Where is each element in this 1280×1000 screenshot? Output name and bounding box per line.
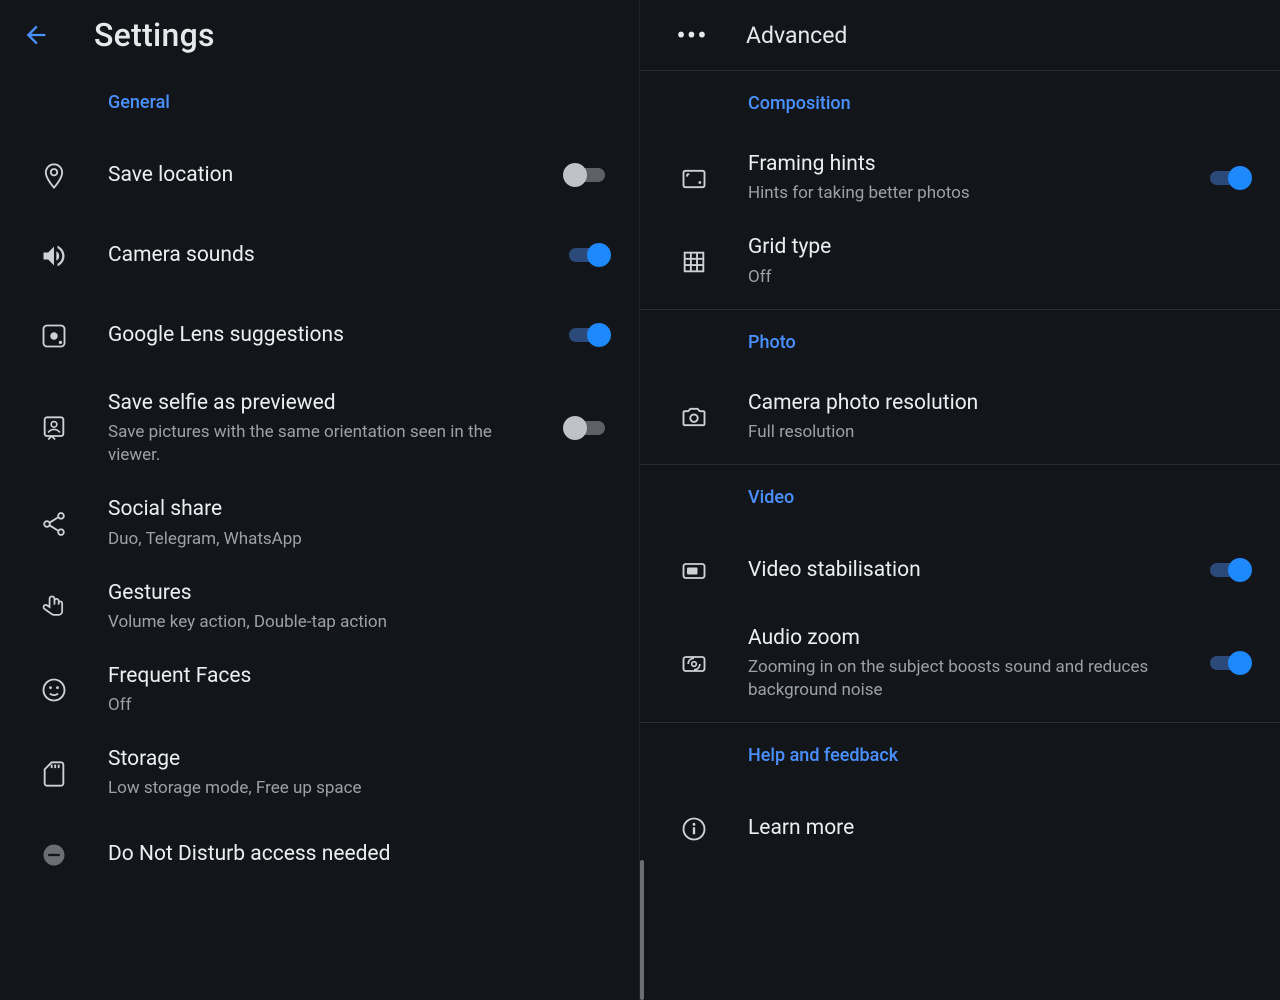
item-grid-type[interactable]: Grid type Off (640, 219, 1280, 302)
item-subtitle: Volume key action, Double-tap action (108, 611, 611, 634)
toggle-framing-hints[interactable] (1204, 164, 1252, 192)
item-save-selfie[interactable]: Save selfie as previewed Save pictures w… (0, 375, 639, 481)
do-not-disturb-icon (40, 841, 68, 869)
audio-zoom-icon (680, 650, 708, 678)
toggle-save-location[interactable] (563, 161, 611, 189)
item-title: Social share (108, 495, 611, 523)
toggle-audio-zoom[interactable] (1204, 649, 1252, 677)
scrollbar[interactable] (640, 860, 644, 1000)
more-button[interactable]: ••• (666, 9, 718, 61)
item-title: Audio zoom (748, 624, 1182, 652)
share-icon (40, 510, 68, 538)
item-title: Storage (108, 745, 611, 773)
item-title: Save selfie as previewed (108, 389, 541, 417)
item-subtitle: Low storage mode, Free up space (108, 777, 611, 800)
face-icon (40, 676, 68, 704)
section-header-composition: Composition (640, 71, 1280, 136)
info-icon (680, 815, 708, 843)
item-title: Camera photo resolution (748, 389, 1252, 417)
item-title: Grid type (748, 233, 1252, 261)
section-header-video: Video (640, 465, 1280, 530)
grid-icon (680, 248, 708, 276)
item-title: Learn more (748, 814, 1252, 842)
item-subtitle: Off (748, 266, 1252, 289)
item-photo-resolution[interactable]: Camera photo resolution Full resolution (640, 375, 1280, 458)
item-title: Gestures (108, 579, 611, 607)
speaker-icon (40, 242, 68, 270)
lens-icon (40, 322, 68, 350)
item-subtitle: Duo, Telegram, WhatsApp (108, 528, 611, 551)
back-button[interactable] (10, 9, 62, 61)
video-icon (680, 557, 708, 585)
item-title: Framing hints (748, 150, 1182, 178)
location-pin-icon (40, 162, 68, 190)
gesture-icon (40, 593, 68, 621)
app-bar: Settings (0, 0, 639, 70)
item-title: Video stabilisation (748, 556, 1182, 584)
item-google-lens[interactable]: Google Lens suggestions (0, 295, 639, 375)
item-audio-zoom[interactable]: Audio zoom Zooming in on the subject boo… (640, 610, 1280, 716)
item-title: Camera sounds (108, 241, 541, 269)
section-header-help: Help and feedback (640, 723, 1280, 788)
item-subtitle: Zooming in on the subject boosts sound a… (748, 656, 1182, 702)
item-title: Do Not Disturb access needed (108, 840, 611, 868)
toggle-video-stabilisation[interactable] (1204, 556, 1252, 584)
item-video-stabilisation[interactable]: Video stabilisation (640, 530, 1280, 610)
item-frequent-faces[interactable]: Frequent Faces Off (0, 648, 639, 731)
item-title: Google Lens suggestions (108, 321, 541, 349)
item-subtitle: Save pictures with the same orientation … (108, 421, 541, 467)
item-subtitle: Full resolution (748, 421, 1252, 444)
camera-icon (680, 403, 708, 431)
toggle-google-lens[interactable] (563, 321, 611, 349)
section-header-photo: Photo (640, 310, 1280, 375)
item-learn-more[interactable]: Learn more (640, 788, 1280, 868)
item-framing-hints[interactable]: Framing hints Hints for taking better ph… (640, 136, 1280, 219)
selfie-icon (40, 415, 68, 443)
frame-icon (680, 165, 708, 193)
toggle-camera-sounds[interactable] (563, 241, 611, 269)
item-subtitle: Off (108, 694, 611, 717)
item-subtitle: Hints for taking better photos (748, 182, 1182, 205)
advanced-title: Advanced (746, 22, 847, 49)
settings-pane-right: ••• Advanced Composition Framing hints H… (640, 0, 1280, 1000)
advanced-bar: ••• Advanced (640, 0, 1280, 70)
item-save-location[interactable]: Save location (0, 135, 639, 215)
item-dnd[interactable]: Do Not Disturb access needed (0, 814, 639, 894)
item-social-share[interactable]: Social share Duo, Telegram, WhatsApp (0, 481, 639, 564)
section-header-general: General (0, 70, 639, 135)
arrow-left-icon (22, 21, 50, 49)
more-horizontal-icon: ••• (676, 19, 707, 52)
item-title: Save location (108, 161, 541, 189)
settings-pane-left: Settings General Save location Camera so… (0, 0, 640, 1000)
sd-card-icon (40, 760, 68, 788)
item-gestures[interactable]: Gestures Volume key action, Double-tap a… (0, 565, 639, 648)
item-title: Frequent Faces (108, 662, 611, 690)
item-storage[interactable]: Storage Low storage mode, Free up space (0, 731, 639, 814)
item-camera-sounds[interactable]: Camera sounds (0, 215, 639, 295)
page-title: Settings (94, 16, 215, 54)
toggle-save-selfie[interactable] (563, 414, 611, 442)
